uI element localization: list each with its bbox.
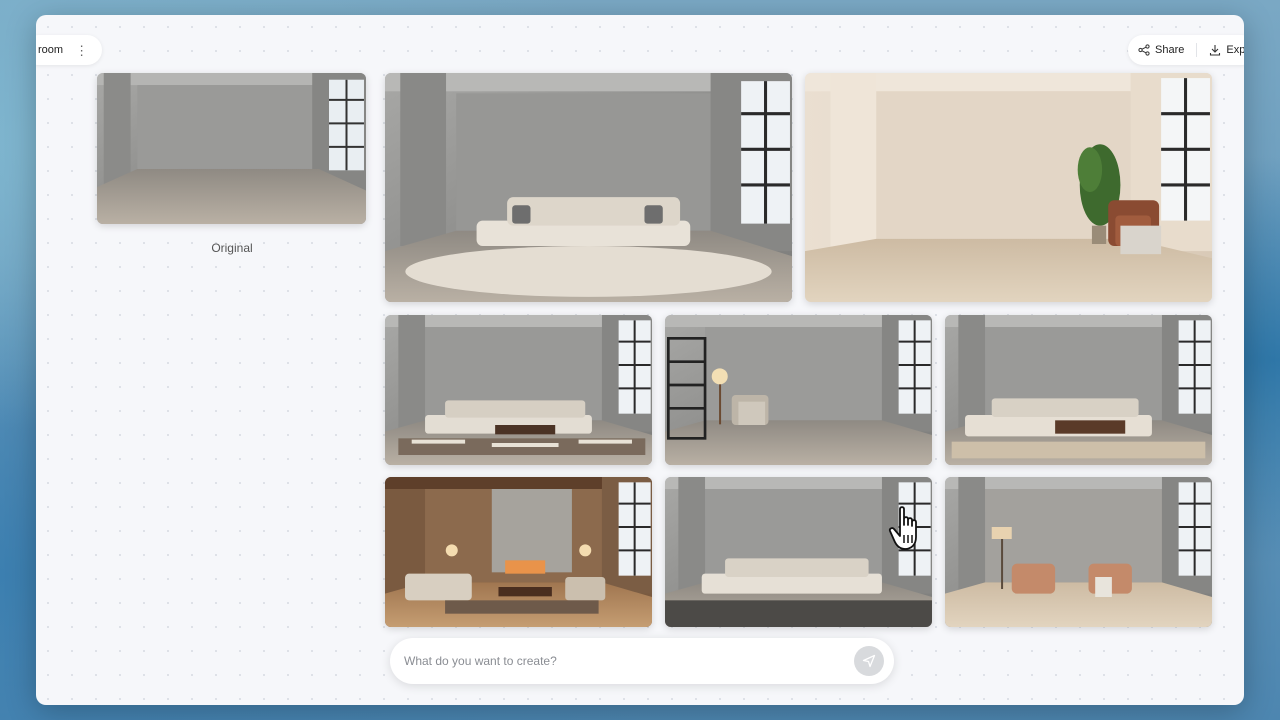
send-icon [862,654,876,668]
divider [1196,43,1198,57]
app-window: room ⋮ Share Exp or [36,15,1244,705]
generated-image-4[interactable] [665,315,932,465]
generated-image-6[interactable] [385,477,652,627]
project-title: room [38,44,64,56]
prompt-bar [390,638,894,684]
generated-image-8[interactable] [945,477,1212,627]
original-caption: Original [211,241,253,255]
share-icon [1138,44,1150,56]
share-label: Share [1155,44,1185,56]
generated-image-7[interactable] [665,477,932,627]
share-button[interactable]: Share [1138,44,1184,56]
generated-image-2[interactable] [805,73,1212,302]
generated-image-1[interactable] [385,73,792,302]
project-title-pill[interactable]: room ⋮ [36,35,102,65]
export-button[interactable]: Expor [1209,44,1244,56]
prompt-input[interactable] [402,653,854,669]
top-actions: Share Expor [1128,35,1244,65]
hand-cursor-icon [888,506,917,550]
generated-image-3[interactable] [385,315,652,465]
send-button[interactable] [854,646,884,676]
export-label: Expor [1226,44,1244,56]
original-image[interactable] [97,73,366,224]
download-icon [1210,45,1221,56]
generated-image-5[interactable] [945,315,1212,465]
more-vertical-icon[interactable]: ⋮ [75,44,88,57]
